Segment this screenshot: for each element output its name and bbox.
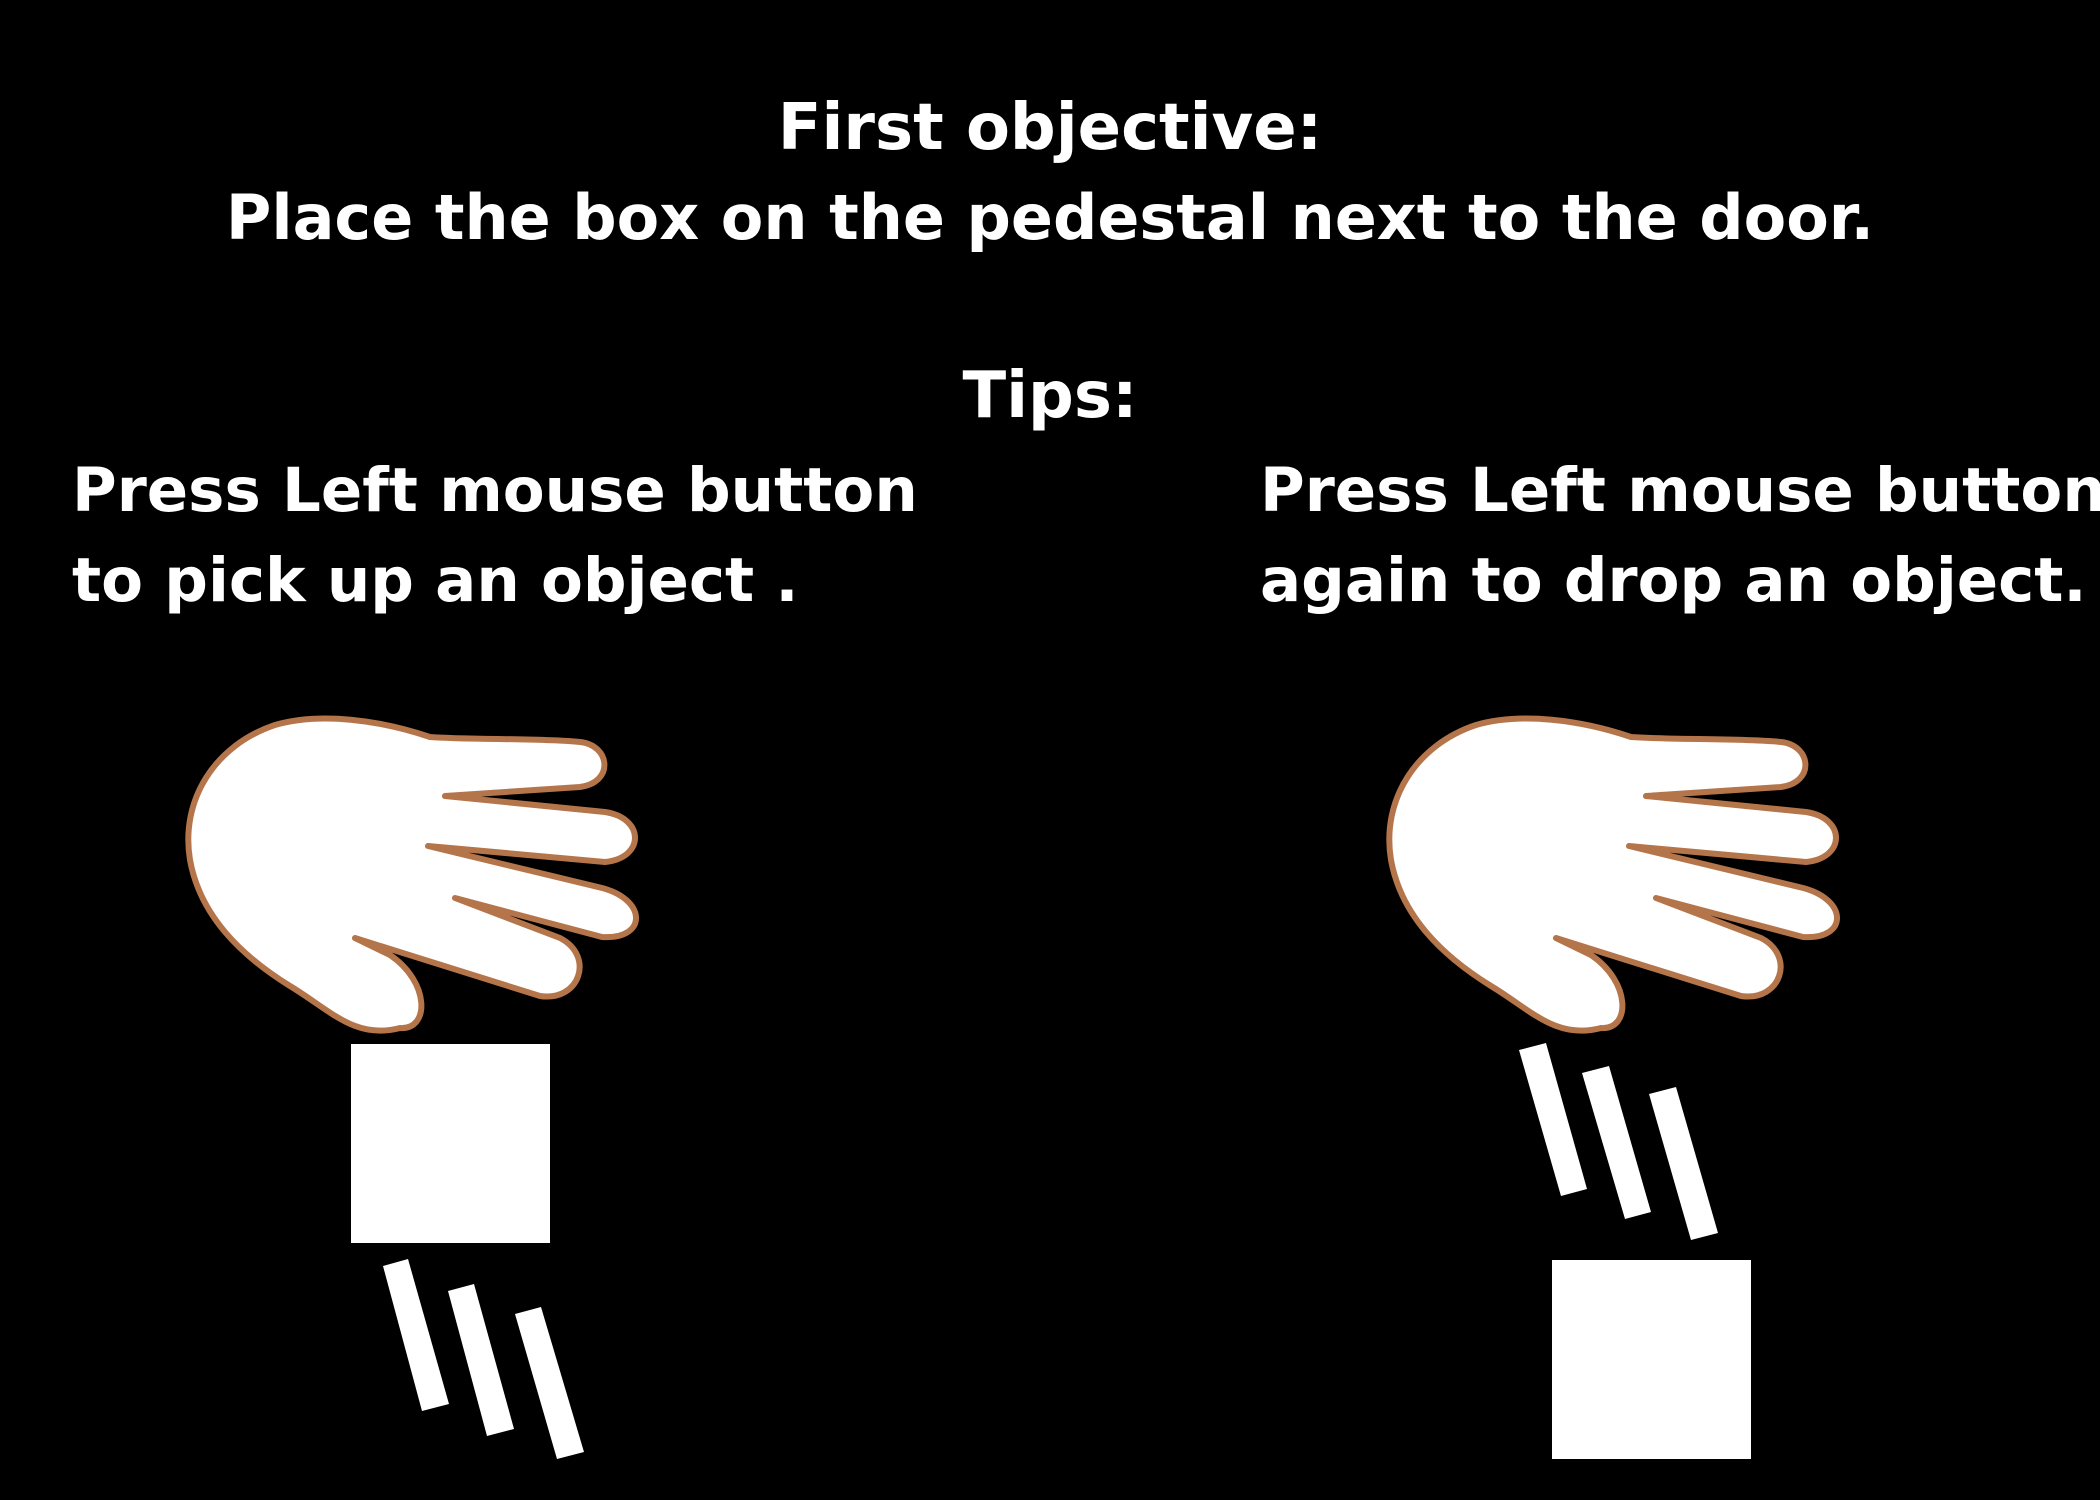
pickup-illustration — [188, 719, 636, 1459]
box-icon — [351, 1044, 550, 1243]
drop-box-icon — [1552, 1260, 1751, 1459]
tips-illustrations — [0, 0, 2100, 1459]
motion-lines-icon — [383, 1259, 584, 1459]
drop-motion-lines-icon — [1519, 1043, 1718, 1240]
drop-illustration — [1389, 719, 1837, 1031]
hand-icon — [188, 719, 636, 1031]
hand-icon — [1389, 719, 1837, 1031]
tutorial-screen: First objective: Place the box on the pe… — [0, 0, 2100, 1500]
